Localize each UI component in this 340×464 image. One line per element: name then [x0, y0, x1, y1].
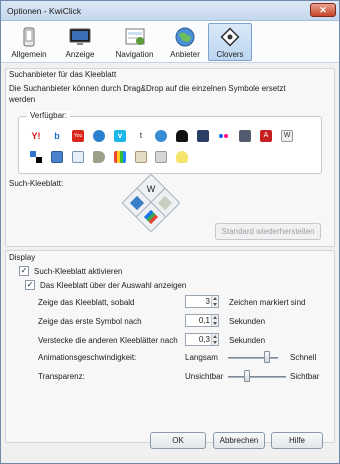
providers-group-title: Suchanbieter für das Kleeblatt [9, 70, 117, 79]
device-icon [23, 27, 35, 47]
activate-clover-checkbox[interactable]: ✓ [19, 266, 29, 276]
options-window: Optionen - KwiClick ✕ Allgemein Anzeige [0, 0, 340, 464]
wikipedia-icon[interactable]: W [281, 130, 293, 142]
transparency-max-label: Sichtbar [290, 372, 320, 381]
film-icon[interactable] [176, 130, 188, 142]
animation-max-label: Schnell [290, 353, 317, 362]
tab-navigation[interactable]: Navigation [107, 23, 162, 61]
pdf-icon[interactable]: A [260, 130, 272, 142]
spinner-arrows[interactable] [211, 315, 218, 326]
picture-icon [129, 195, 145, 211]
flickr-icon[interactable] [218, 130, 230, 142]
first-symbol-unit: Sekunden [229, 317, 266, 326]
picture-icon[interactable] [135, 151, 147, 163]
hide-others-value: 0,3 [198, 335, 210, 344]
options-toolbar: Allgemein Anzeige Navigation Anbieter Cl… [1, 21, 339, 63]
calendar-icon[interactable] [51, 151, 63, 163]
tab-label: Anzeige [65, 50, 95, 59]
window-title: Optionen - KwiClick [7, 6, 82, 16]
clover-label: Such-Kleeblatt: [9, 179, 64, 188]
globe-icon [175, 27, 195, 47]
delicious-icon[interactable] [30, 151, 42, 163]
close-button[interactable]: ✕ [310, 3, 336, 17]
navigation-icon [125, 28, 144, 45]
transparency-min-label: Unsichtbar [185, 372, 224, 381]
tab-label: Anbieter [170, 50, 200, 59]
youtube-icon[interactable]: You [72, 130, 84, 142]
spinner-arrows[interactable] [211, 296, 218, 307]
amazon-icon[interactable] [93, 130, 105, 142]
apple-icon[interactable] [239, 130, 251, 142]
tag-icon[interactable] [93, 151, 105, 163]
yahoo-icon[interactable]: Y! [30, 130, 42, 142]
tab-allgemein[interactable]: Allgemein [5, 23, 53, 61]
animation-speed-slider[interactable] [228, 357, 278, 359]
help-button[interactable]: Hilfe [271, 432, 323, 449]
clover-icon [220, 27, 240, 47]
bing-icon[interactable]: b [51, 130, 63, 142]
bulb-icon[interactable] [176, 151, 188, 163]
tab-anbieter[interactable]: Anbieter [165, 23, 205, 61]
tab-label: Clovers [216, 50, 244, 59]
hide-others-unit: Sekunden [229, 336, 266, 345]
shopping-icon[interactable] [114, 151, 126, 163]
animation-min-label: Langsam [185, 353, 218, 362]
providers-description-cont: werden [9, 95, 36, 104]
monitor-icon [69, 28, 91, 45]
flag-icon[interactable] [155, 151, 167, 163]
activate-clover-label: Such-Kleeblatt aktivieren [34, 267, 123, 276]
hide-others-label: Verstecke die anderen Kleeblätter nach [38, 336, 178, 345]
google-icon [143, 209, 159, 225]
cancel-button[interactable]: Abbrechen [213, 432, 265, 449]
reset-defaults-button[interactable]: Standard wiederherstellen [215, 223, 321, 240]
ebay-icon[interactable] [72, 151, 84, 163]
show-when-value: 3 [205, 297, 210, 306]
tab-anzeige[interactable]: Anzeige [56, 23, 104, 61]
ok-button[interactable]: OK [150, 432, 206, 449]
transparency-label: Transparenz: [38, 372, 85, 381]
transparency-slider[interactable] [228, 376, 286, 378]
available-label: Verfügbar: [27, 111, 70, 120]
tab-label: Navigation [115, 50, 154, 59]
document-icon [157, 195, 173, 211]
show-above-label: Das Kleeblatt über der Auswahl anzeigen [40, 281, 187, 290]
hide-others-spinner[interactable]: 0,3 [185, 333, 219, 346]
title-bar: Optionen - KwiClick ✕ [1, 1, 339, 21]
search-clover: W [121, 173, 181, 233]
tab-label: Allgemein [11, 50, 47, 59]
show-when-unit: Zeichen markiert sind [229, 298, 306, 307]
tab-clovers[interactable]: Clovers [208, 23, 252, 61]
settings-panel: Suchanbieter für das Kleeblatt Die Sucha… [1, 64, 339, 463]
show-when-label: Zeige das Kleeblatt, sobald [38, 298, 135, 307]
first-symbol-spinner[interactable]: 0,1 [185, 314, 219, 327]
first-symbol-value: 0,1 [198, 316, 210, 325]
spinner-arrows[interactable] [211, 334, 218, 345]
display-group-title: Display [9, 253, 36, 262]
show-when-spinner[interactable]: 3 [185, 295, 219, 308]
show-above-checkbox[interactable]: ✓ [25, 280, 35, 290]
animation-speed-label: Animationsgeschwindigkeit: [38, 353, 137, 362]
available-providers-box [18, 116, 322, 174]
slideshow-icon[interactable] [197, 130, 209, 142]
vimeo-icon[interactable]: v [114, 130, 126, 142]
display-group [5, 250, 335, 443]
twitter-icon[interactable]: t [135, 130, 147, 142]
imdb-icon[interactable] [155, 130, 167, 142]
first-symbol-label: Zeige das erste Symbol nach [38, 317, 142, 326]
transparency-thumb[interactable] [243, 370, 250, 382]
providers-description: Die Suchanbieter können durch Drag&Drop … [9, 84, 286, 93]
animation-speed-thumb[interactable] [264, 351, 270, 363]
